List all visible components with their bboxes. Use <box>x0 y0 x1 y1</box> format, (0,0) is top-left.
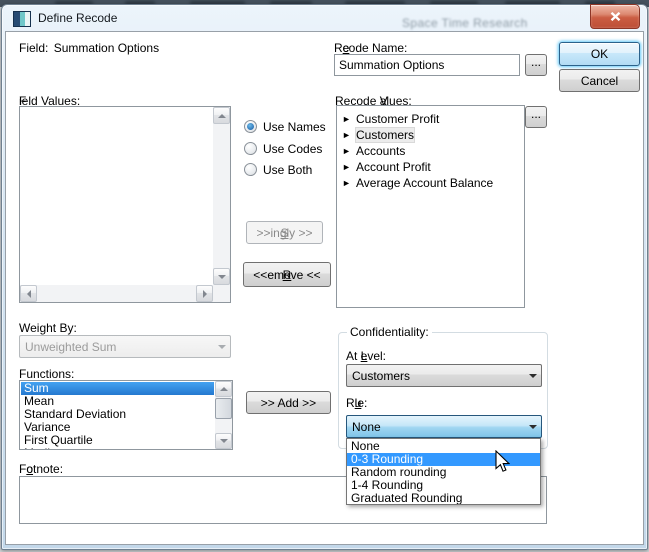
remove-button[interactable]: << Remove << <box>243 262 331 287</box>
dropdown-option[interactable]: Graduated Rounding <box>347 492 540 505</box>
rule-label: Rule: <box>346 396 367 411</box>
recode-values-tree[interactable]: ► Customer Profit ► Customers ► Accounts… <box>336 105 525 308</box>
dropdown-arrow-icon <box>213 336 230 357</box>
recode-name-input[interactable]: Summation Options <box>334 54 520 76</box>
tree-item[interactable]: ► Account Profit <box>337 159 524 175</box>
tree-expander-icon[interactable]: ► <box>342 131 350 140</box>
rule-combobox[interactable]: None <box>346 415 542 438</box>
app-icon-part <box>25 12 30 26</box>
background-watermark: Space Time Research <box>402 16 528 30</box>
tree-item-label: Customer Profit <box>356 112 439 126</box>
radio-label: Use Both <box>263 163 312 177</box>
rule-value: None <box>352 420 381 434</box>
field-value-text: Summation Options <box>54 41 159 55</box>
ok-button[interactable]: OK <box>559 42 640 66</box>
at-level-combobox[interactable]: Customers <box>346 364 542 387</box>
tree-item-label: Average Account Balance <box>356 176 493 190</box>
singly-button[interactable]: >> Singly >> <box>246 221 323 244</box>
tree-item[interactable]: ► Average Account Balance <box>337 175 524 191</box>
close-button[interactable] <box>590 4 640 29</box>
tree-item[interactable]: ► Customer Profit <box>337 111 524 127</box>
scrollbar-corner <box>213 285 230 302</box>
close-icon <box>610 12 621 21</box>
radio-use-codes[interactable]: Use Codes <box>244 141 322 156</box>
field-values-listbox[interactable] <box>19 106 231 303</box>
radio-unselected-icon <box>244 142 257 155</box>
dropdown-arrow-icon <box>524 416 541 437</box>
radio-unselected-icon <box>244 163 257 176</box>
mouse-cursor <box>494 450 510 474</box>
scroll-up-icon <box>220 387 228 391</box>
recode-values-browse-button[interactable]: ... <box>525 106 547 128</box>
tree-expander-icon[interactable]: ► <box>342 147 350 156</box>
app-icon <box>13 11 31 27</box>
horizontal-scrollbar[interactable] <box>20 285 213 302</box>
scroll-down-button[interactable] <box>215 433 232 449</box>
define-recode-dialog: Define Recode Space Time Research Field:… <box>1 4 648 550</box>
scroll-down-icon <box>218 275 226 279</box>
tree-item[interactable]: ► Accounts <box>337 143 524 159</box>
at-level-label: At Level: <box>346 349 386 364</box>
scroll-left-icon <box>27 290 31 298</box>
dropdown-arrow-icon <box>524 365 541 386</box>
field-label: Field: Summation Options <box>19 41 159 56</box>
scroll-up-button[interactable] <box>213 107 230 124</box>
rule-dropdown: None 0-3 Rounding Random rounding 1-4 Ro… <box>346 438 541 505</box>
radio-label: Use Names <box>263 120 326 134</box>
footnote-label: Footnote: <box>19 462 63 477</box>
cancel-button[interactable]: Cancel <box>559 69 640 92</box>
radio-use-both[interactable]: Use Both <box>244 162 312 177</box>
weight-by-value: Unweighted Sum <box>25 340 116 354</box>
scrollbar-thumb[interactable] <box>215 398 232 419</box>
screen: Define Recode Space Time Research Field:… <box>0 0 649 552</box>
vertical-scrollbar[interactable] <box>213 107 230 285</box>
scroll-right-button[interactable] <box>196 285 213 302</box>
field-label-text: Field: <box>19 41 48 55</box>
scroll-down-button[interactable] <box>213 268 230 285</box>
functions-listbox[interactable]: Sum Mean Standard Deviation Variance Fir… <box>19 380 233 450</box>
radio-label: Use Codes <box>263 142 322 156</box>
dialog-title: Define Recode <box>38 11 117 25</box>
tree-expander-icon[interactable]: ► <box>342 115 350 124</box>
weight-by-label: Weight By: <box>19 321 77 336</box>
tree-item-label: Customers <box>356 128 414 142</box>
vertical-scrollbar[interactable] <box>215 381 232 449</box>
scroll-left-button[interactable] <box>20 285 37 302</box>
scroll-right-icon <box>203 290 207 298</box>
radio-use-names[interactable]: Use Names <box>244 119 326 134</box>
dialog-body: Field: Summation Options Recode Name: Su… <box>5 31 644 545</box>
tree-item-label: Accounts <box>356 144 405 158</box>
tree-item-label: Account Profit <box>356 160 431 174</box>
at-level-value: Customers <box>352 369 410 383</box>
add-button[interactable]: >> Add >> <box>246 391 331 414</box>
weight-by-combobox[interactable]: Unweighted Sum <box>19 335 231 358</box>
titlebar[interactable]: Define Recode Space Time Research <box>2 5 647 31</box>
radio-selected-icon <box>244 120 257 133</box>
confidentiality-label: Confidentiality: <box>347 325 432 340</box>
scroll-down-icon <box>220 439 228 443</box>
tree-expander-icon[interactable]: ► <box>342 179 350 188</box>
scroll-up-icon <box>218 114 226 118</box>
list-item[interactable]: Median <box>21 447 214 450</box>
tree-expander-icon[interactable]: ► <box>342 163 350 172</box>
recode-name-browse-button[interactable]: ... <box>525 54 547 76</box>
scroll-up-button[interactable] <box>215 381 232 397</box>
tree-item[interactable]: ► Customers <box>337 127 524 143</box>
